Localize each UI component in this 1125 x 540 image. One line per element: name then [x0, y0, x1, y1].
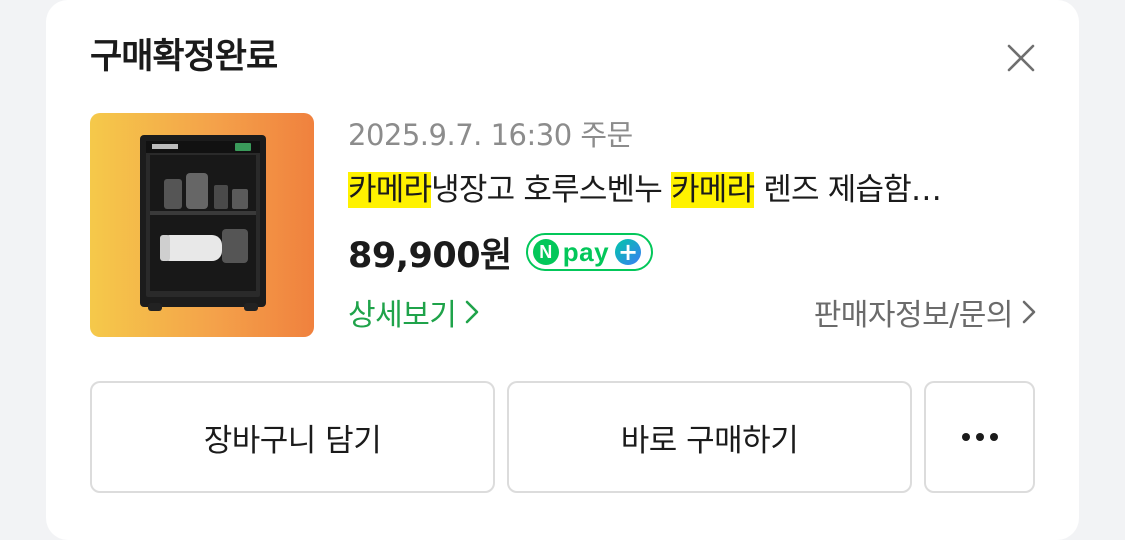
close-icon [1007, 44, 1035, 72]
chevron-right-icon [1022, 300, 1036, 324]
order-date: 2025.9.7. 16:30 주문 [348, 118, 633, 152]
seller-info-link[interactable]: 판매자정보/문의 [814, 290, 1037, 334]
npay-plus-badge: N pay + [525, 233, 654, 271]
seller-info-label: 판매자정보/문의 [813, 298, 1014, 333]
page-title: 구매확정완료 [90, 37, 278, 77]
product-name-text: 냉장고 호루스벤누 [431, 172, 672, 208]
add-to-cart-button[interactable]: 장바구니 담기 [90, 381, 495, 493]
product-thumbnail[interactable] [90, 113, 314, 337]
npay-text: pay [562, 236, 610, 267]
price: 89,900원 [348, 235, 512, 276]
view-details-link[interactable]: 상세보기 [348, 290, 480, 334]
view-details-label: 상세보기 [348, 298, 457, 333]
product-name[interactable]: 카메라냉장고 호루스벤누 카메라 렌즈 제습함… [348, 167, 1038, 213]
more-options-button[interactable] [924, 381, 1035, 493]
keyword-highlight: 카메라 [348, 172, 432, 208]
npay-n-icon: N [532, 239, 559, 265]
dry-cabinet-image [140, 135, 266, 311]
close-button[interactable] [1001, 38, 1041, 78]
chevron-right-icon [466, 300, 479, 324]
price-row: 89,900원 N pay + [348, 226, 654, 278]
keyword-highlight: 카메라 [671, 172, 755, 208]
plus-icon: + [615, 239, 642, 265]
more-dots-icon [961, 433, 998, 441]
buy-now-button[interactable]: 바로 구매하기 [507, 381, 912, 493]
product-name-text: 렌즈 제습함… [754, 172, 942, 208]
